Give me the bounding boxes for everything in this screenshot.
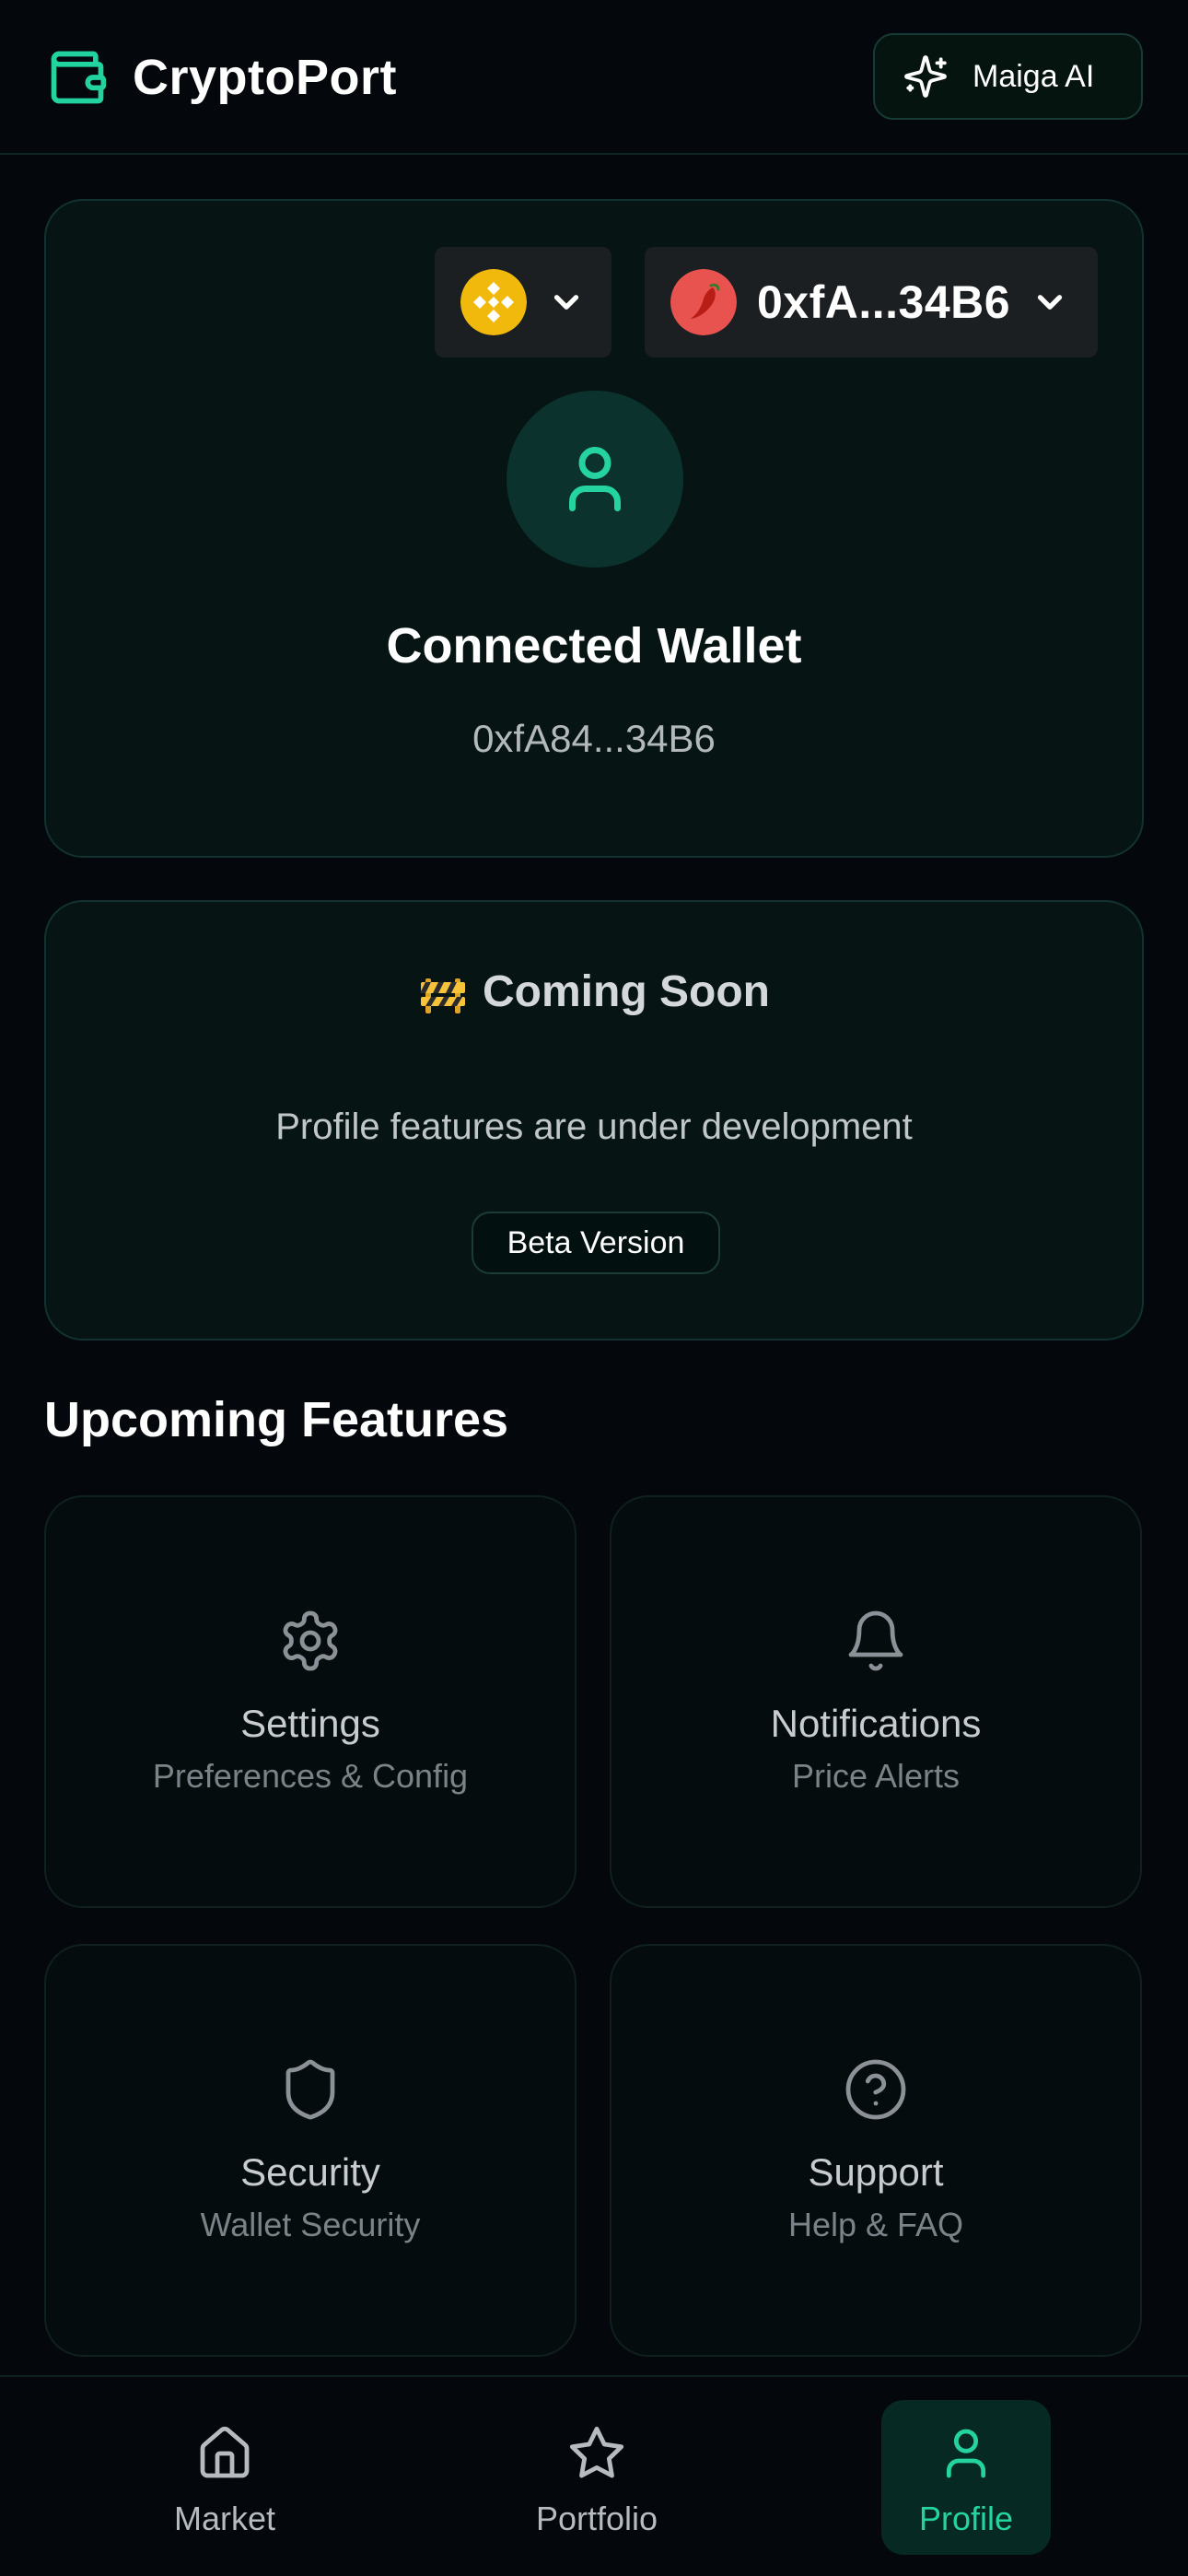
sparkles-icon bbox=[904, 55, 947, 98]
wallet-title: Connected Wallet bbox=[386, 618, 802, 673]
feature-card-support[interactable]: Support Help & FAQ bbox=[610, 1944, 1142, 2357]
nav-item-portfolio[interactable]: Portfolio bbox=[512, 2400, 681, 2555]
feature-description: Wallet Security bbox=[200, 2206, 421, 2243]
coming-soon-card: Coming Soon Profile features are under d… bbox=[44, 900, 1144, 1341]
wallet-icon bbox=[51, 51, 107, 104]
chain-selector[interactable] bbox=[435, 247, 611, 357]
feature-card-security[interactable]: Security Wallet Security bbox=[44, 1944, 577, 2357]
wallet-address-selector[interactable]: 0xfA...34B6 bbox=[645, 247, 1098, 357]
coming-soon-title: Coming Soon bbox=[483, 967, 770, 1016]
feature-icon-wrap bbox=[46, 2056, 575, 2123]
shield-icon bbox=[285, 2059, 335, 2120]
feature-icon-wrap bbox=[46, 1608, 575, 1674]
feature-name: Notifications bbox=[770, 1702, 982, 1745]
feature-icon-wrap bbox=[611, 2056, 1140, 2123]
feature-card-settings[interactable]: Settings Preferences & Config bbox=[44, 1495, 577, 1908]
construction-barrier-icon bbox=[420, 978, 466, 1013]
home-icon bbox=[200, 2426, 250, 2478]
nav-item-market[interactable]: Market bbox=[140, 2400, 309, 2555]
feature-description: Price Alerts bbox=[791, 1757, 961, 1795]
feature-icon-wrap bbox=[611, 1608, 1140, 1674]
nav-label: Profile bbox=[918, 2500, 1014, 2537]
upcoming-features-title: Upcoming Features bbox=[44, 1392, 509, 1447]
maiga-ai-button[interactable]: Maiga AI bbox=[873, 33, 1143, 120]
coming-soon-heading: Coming Soon bbox=[46, 966, 1142, 1017]
app-title: CryptoPort bbox=[133, 50, 397, 105]
avatar bbox=[507, 391, 683, 568]
coming-soon-description: Profile features are under development bbox=[275, 1107, 913, 1147]
star-icon bbox=[569, 2426, 624, 2478]
bottom-nav: Market Portfolio Profile bbox=[0, 2375, 1188, 2576]
nav-label: Market bbox=[173, 2500, 276, 2537]
nav-item-profile[interactable]: Profile bbox=[881, 2400, 1051, 2555]
feature-name: Settings bbox=[240, 1702, 380, 1745]
feature-description: Preferences & Config bbox=[152, 1757, 469, 1795]
chevron-down-icon bbox=[1037, 295, 1063, 310]
bell-icon bbox=[848, 1610, 903, 1671]
brand[interactable]: CryptoPort bbox=[46, 42, 397, 112]
wallet-address: 0xfA84...34B6 bbox=[472, 717, 716, 760]
feature-name: Security bbox=[240, 2150, 380, 2194]
beta-badge: Beta Version bbox=[472, 1212, 720, 1274]
feature-description: Help & FAQ bbox=[787, 2206, 964, 2243]
app-header: CryptoPort Maiga AI bbox=[0, 0, 1188, 155]
bnb-chain-icon bbox=[460, 269, 527, 335]
nav-label: Portfolio bbox=[535, 2500, 658, 2537]
wallet-card: 0xfA...34B6 Connected Wallet 0xfA84...34… bbox=[44, 199, 1144, 858]
maiga-ai-label: Maiga AI bbox=[973, 58, 1095, 94]
question-circle-icon bbox=[845, 2059, 906, 2120]
feature-name: Support bbox=[808, 2150, 944, 2194]
user-icon bbox=[946, 2429, 986, 2478]
profile-page: CryptoPort Maiga AI 0xfA...34B6 Connecte… bbox=[0, 0, 1188, 2576]
user-icon bbox=[569, 447, 621, 511]
wallet-address-short: 0xfA...34B6 bbox=[757, 276, 1011, 328]
chevron-down-icon bbox=[553, 295, 579, 310]
chili-pepper-icon bbox=[670, 269, 737, 335]
feature-card-notifications[interactable]: Notifications Price Alerts bbox=[610, 1495, 1142, 1908]
gear-icon bbox=[283, 1610, 338, 1671]
